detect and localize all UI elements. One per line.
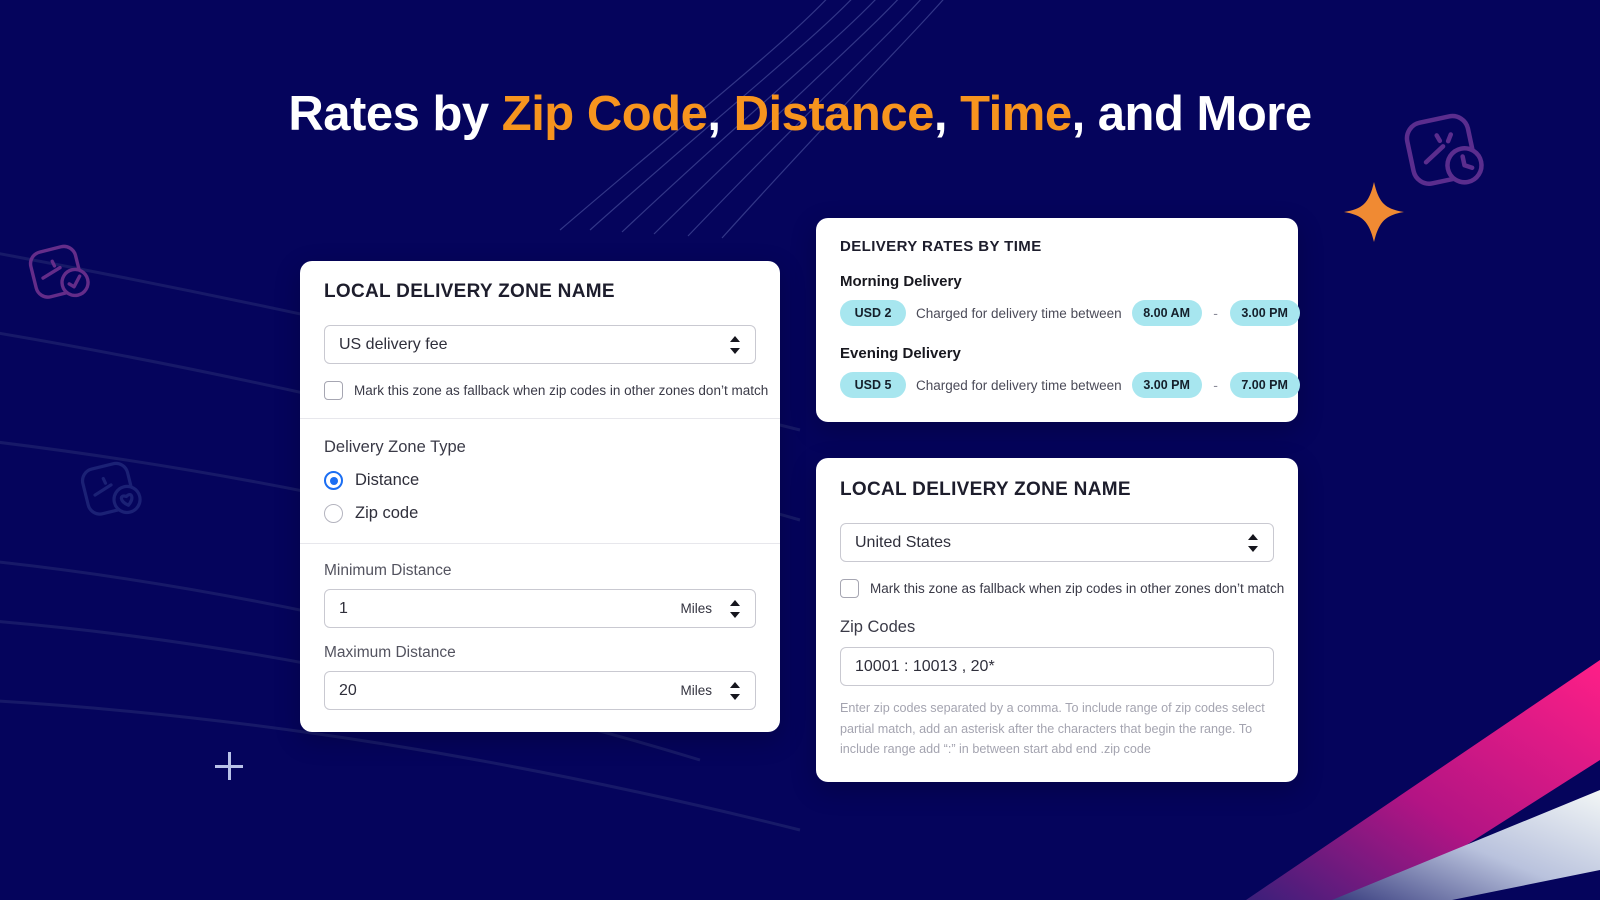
minimum-distance-label: Minimum Distance [324, 562, 452, 579]
evening-start-time-badge: 3.00 PM [1131, 372, 1202, 398]
maximum-distance-unit: Miles [680, 683, 712, 698]
evening-time-dash: - [1213, 377, 1218, 393]
chevron-updown-icon[interactable] [730, 598, 741, 620]
fallback-checkbox-row[interactable]: Mark this zone as fallback when zip code… [324, 381, 768, 400]
morning-rate-text: Charged for delivery time between [916, 305, 1122, 321]
page-title: Rates by Zip Code, Distance, Time, and M… [0, 86, 1600, 142]
zip-fallback-checkbox-label: Mark this zone as fallback when zip code… [870, 581, 1285, 596]
headline-part-1: Rates by [288, 87, 502, 141]
radio-zip-code-label: Zip code [355, 504, 419, 522]
minimum-distance-input[interactable]: 1 Miles [324, 589, 756, 628]
headline-accent-time: Time [960, 87, 1072, 141]
zone-type-option-distance[interactable]: Distance [324, 471, 756, 490]
radio-distance-label: Distance [355, 471, 420, 489]
zip-codes-label: Zip Codes [840, 618, 916, 636]
morning-end-time-badge: 3.00 PM [1229, 300, 1300, 326]
delivery-heart-badge-icon [80, 461, 142, 516]
zone-type-option-zip-code[interactable]: Zip code [324, 504, 756, 523]
headline-accent-zip-code: Zip Code [501, 87, 708, 141]
headline-separator-1: , [707, 87, 734, 141]
radio-distance[interactable] [324, 471, 343, 490]
morning-amount-badge: USD 2 [840, 300, 906, 326]
zip-codes-value: 10001 : 10013 , 20* [855, 657, 995, 675]
zip-codes-helper-text: Enter zip codes separated by a comma. To… [840, 701, 1265, 756]
zip-card-title: LOCAL DELIVERY ZONE NAME [840, 479, 1131, 500]
evening-amount-badge: USD 5 [840, 372, 906, 398]
corner-ribbons [1246, 660, 1600, 900]
headline-separator-2: , [933, 87, 961, 141]
radio-zip-code[interactable] [324, 504, 343, 523]
chevron-updown-icon[interactable] [1248, 532, 1259, 554]
evening-delivery-row: USD 5 Charged for delivery time between … [840, 372, 1300, 398]
morning-time-dash: - [1213, 305, 1218, 321]
morning-delivery-row: USD 2 Charged for delivery time between … [840, 300, 1300, 326]
zip-fallback-checkbox[interactable] [840, 579, 859, 598]
fallback-checkbox-label: Mark this zone as fallback when zip code… [354, 383, 769, 398]
headline-part-2: , and More [1071, 87, 1313, 141]
evening-rate-text: Charged for delivery time between [916, 377, 1122, 393]
country-select-value: United States [855, 533, 952, 551]
minimum-distance-value: 1 [339, 599, 348, 617]
delivery-check-badge-icon [28, 244, 90, 299]
chevron-updown-icon[interactable] [730, 680, 741, 702]
local-delivery-zone-distance-card: LOCAL DELIVERY ZONE NAME US delivery fee… [300, 261, 780, 732]
zip-fallback-checkbox-row[interactable]: Mark this zone as fallback when zip code… [840, 579, 1284, 598]
morning-delivery-heading: Morning Delivery [840, 273, 962, 290]
zone-name-select-value: US delivery fee [339, 335, 448, 353]
evening-end-time-badge: 7.00 PM [1229, 372, 1300, 398]
maximum-distance-label: Maximum Distance [324, 644, 456, 661]
chevron-updown-icon[interactable] [730, 334, 741, 356]
maximum-distance-input[interactable]: 20 Miles [324, 671, 756, 710]
rates-time-card-title: DELIVERY RATES BY TIME [840, 238, 1042, 255]
delivery-rates-by-time-card: DELIVERY RATES BY TIME Morning Delivery … [816, 218, 1300, 422]
headline-accent-distance: Distance [733, 87, 935, 141]
evening-delivery-heading: Evening Delivery [840, 345, 961, 362]
delivery-zone-type-label: Delivery Zone Type [324, 438, 466, 456]
minimum-distance-unit: Miles [680, 601, 712, 616]
fallback-checkbox[interactable] [324, 381, 343, 400]
zip-codes-input[interactable]: 10001 : 10013 , 20* [840, 647, 1274, 686]
morning-start-time-badge: 8.00 AM [1131, 300, 1202, 326]
maximum-distance-value: 20 [339, 681, 357, 699]
country-select[interactable]: United States [840, 523, 1274, 562]
distance-card-title: LOCAL DELIVERY ZONE NAME [324, 281, 615, 302]
zone-name-select[interactable]: US delivery fee [324, 325, 756, 364]
crosshair-cursor [213, 750, 245, 782]
local-delivery-zone-zip-card: LOCAL DELIVERY ZONE NAME United States M… [816, 458, 1298, 782]
sparkle-icon [1344, 182, 1404, 242]
